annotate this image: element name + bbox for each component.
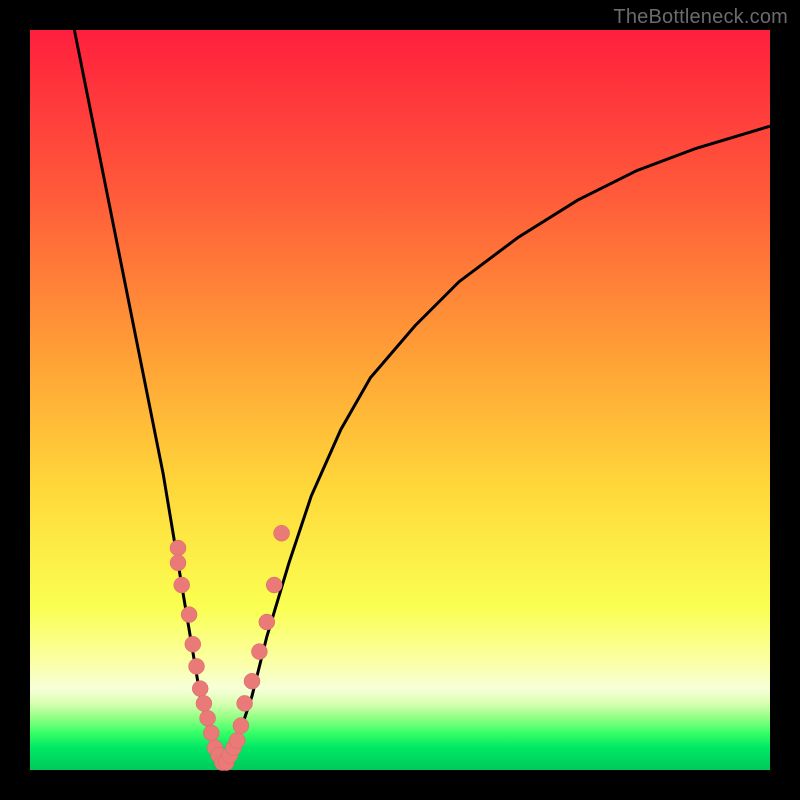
data-dot xyxy=(170,555,186,571)
curve-layer xyxy=(30,30,770,770)
data-dot xyxy=(181,607,197,623)
watermark-text: TheBottleneck.com xyxy=(613,6,788,29)
data-dot xyxy=(251,644,267,660)
data-dot xyxy=(185,636,201,652)
data-dot xyxy=(192,681,208,697)
data-dot xyxy=(229,732,245,748)
chart-frame: TheBottleneck.com xyxy=(0,0,800,800)
data-dot xyxy=(266,577,282,593)
data-dot xyxy=(233,718,249,734)
data-dot xyxy=(274,525,290,541)
data-dot xyxy=(200,710,216,726)
data-dot xyxy=(237,695,253,711)
data-dot xyxy=(244,673,260,689)
data-dot xyxy=(189,658,205,674)
data-dot xyxy=(174,577,190,593)
plot-area xyxy=(30,30,770,770)
data-dot xyxy=(203,725,219,741)
data-dot xyxy=(196,695,212,711)
curve-left-branch xyxy=(74,30,222,763)
curve-right-branch xyxy=(222,126,770,762)
data-dot xyxy=(170,540,186,556)
data-dot xyxy=(259,614,275,630)
data-dots xyxy=(170,525,290,770)
